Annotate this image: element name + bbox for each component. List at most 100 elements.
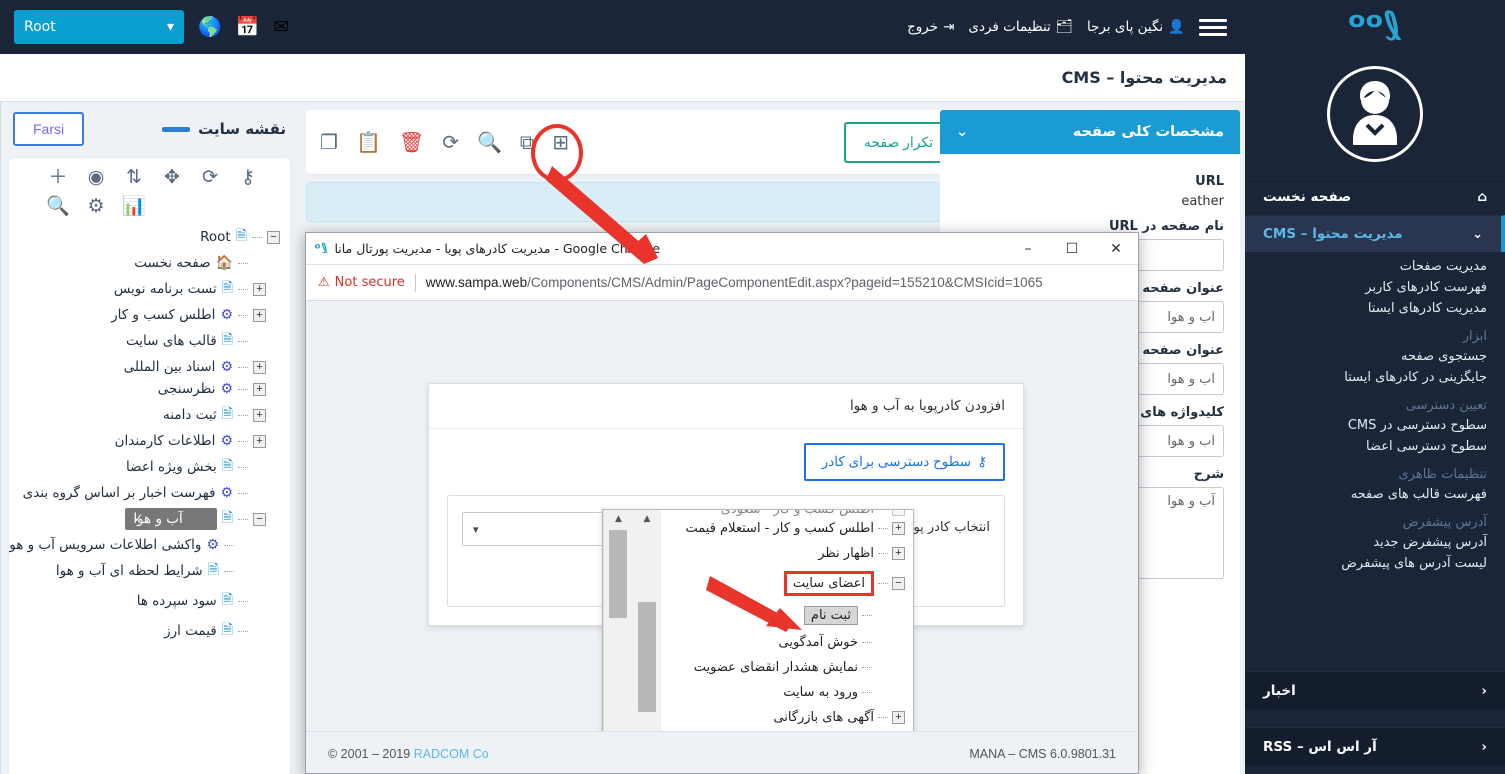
dropdown-node-label[interactable]: اطلس کسب و کار - سعودی bbox=[721, 510, 874, 516]
dropdown-node-label[interactable]: ورود به سایت bbox=[783, 685, 858, 700]
delete-icon[interactable]: 🗑 bbox=[399, 132, 424, 152]
sidebar-subitem[interactable]: جستجوی صفحه bbox=[1245, 346, 1505, 367]
dropdown-node-label[interactable]: ثبت نام bbox=[803, 606, 858, 625]
scrollbar-thumb[interactable] bbox=[638, 602, 656, 712]
tree-node[interactable]: 🏠 صفحه نخست bbox=[9, 252, 280, 274]
sidebar-subitem[interactable]: فهرست کادرهای کاربر bbox=[1245, 277, 1505, 298]
tree-node-label[interactable]: آب و هوا bbox=[125, 508, 217, 530]
settings-icon[interactable]: ⚙ bbox=[82, 197, 110, 216]
tree-node-label[interactable]: Root bbox=[200, 229, 231, 245]
chrome-title-bar[interactable]: ℓᵒ مدیریت کادرهای پویا - مدیریت پورتال م… bbox=[306, 233, 1138, 265]
add-icon[interactable]: ＋ bbox=[44, 168, 72, 187]
tree-node-label[interactable]: اطلاعات کارمندان bbox=[115, 433, 216, 449]
add-page-icon[interactable]: ⧉ bbox=[520, 132, 534, 152]
tree-node[interactable]: + ⚙ اسناد بین المللی bbox=[9, 356, 280, 378]
sidebar-item-rss[interactable]: ‹ آر اس اس – RSS bbox=[1245, 727, 1505, 766]
tree-node[interactable]: + 🗎 تست برنامه نویس bbox=[9, 274, 280, 304]
tree-node[interactable]: 🗎 بخش ویژه اعضا bbox=[9, 452, 280, 482]
tree-expander[interactable]: + bbox=[253, 382, 266, 396]
tree-node[interactable]: 🗎 قالب های سایت bbox=[9, 326, 280, 356]
scroll-up-arrow-icon[interactable]: ▲ bbox=[633, 510, 661, 524]
sidebar-subitem[interactable]: سطوح دسترسی در CMS bbox=[1245, 415, 1505, 436]
search-icon[interactable]: 🔍 bbox=[477, 132, 502, 152]
sidebar-item-home[interactable]: ⌂ صفحه نخست bbox=[1245, 178, 1505, 215]
refresh-icon[interactable]: ⟳ bbox=[196, 168, 224, 187]
binoculars-icon[interactable]: 🔍 bbox=[44, 197, 72, 216]
tree-expander[interactable]: + bbox=[253, 408, 266, 422]
dropdown-node-label[interactable]: اظهار نظر bbox=[818, 546, 874, 561]
tree-node-label[interactable]: واکشی اطلاعات سرویس آب و هو bbox=[9, 537, 201, 553]
sidebar-subitem[interactable]: فهرست قالب های صفحه bbox=[1245, 484, 1505, 505]
chart-icon[interactable]: 📊 bbox=[120, 197, 148, 216]
tree-expander[interactable]: + bbox=[253, 434, 266, 448]
tree-node-label[interactable]: ثبت دامنه bbox=[163, 407, 217, 423]
tree-expander[interactable]: + bbox=[253, 360, 266, 374]
dropdown-node-label[interactable]: آگهی های بازرگانی bbox=[773, 710, 874, 725]
root-scope-select[interactable]: Root ▾ bbox=[14, 10, 184, 44]
dropdown-node-label[interactable]: اطلس کسب و کار - استعلام قیمت bbox=[686, 521, 875, 536]
personal-settings-link[interactable]: 🗂 تنظیمات فردی bbox=[968, 19, 1073, 35]
language-farsi-button[interactable]: Farsi bbox=[13, 112, 85, 146]
add-component-icon[interactable]: ⊞ bbox=[552, 132, 569, 152]
tree-expander[interactable]: − bbox=[253, 512, 266, 526]
scroll-up-arrow-icon[interactable]: ▲ bbox=[604, 510, 633, 524]
access-levels-button[interactable]: ⚷ سطوح دسترسی برای کادر bbox=[803, 443, 1005, 481]
sidebar-subitem[interactable]: جایگزینی در کادرهای ایستا bbox=[1245, 367, 1505, 388]
hamburger-menu-icon[interactable] bbox=[1199, 18, 1227, 36]
chrome-omnibox[interactable]: ⚠ Not secure www.sampa.web/Components/CM… bbox=[306, 265, 1138, 301]
omnibox-url[interactable]: www.sampa.web/Components/CMS/Admin/PageC… bbox=[426, 275, 1043, 290]
sidebar-subitem[interactable]: مدیریت صفحات bbox=[1245, 256, 1505, 277]
calendar-icon[interactable]: 📅 bbox=[236, 17, 260, 37]
tree-node-label[interactable]: سود سپرده ها bbox=[137, 593, 217, 609]
scrollbar-thumb[interactable] bbox=[609, 530, 627, 618]
tree-expander[interactable]: − bbox=[892, 577, 905, 590]
tree-expander[interactable]: + bbox=[892, 547, 905, 560]
tree-expander[interactable]: + bbox=[253, 308, 266, 322]
eye-icon[interactable]: ◉ bbox=[82, 168, 110, 187]
tree-node-label[interactable]: صفحه نخست bbox=[134, 255, 210, 271]
sidebar-subitem[interactable]: آدرس پیشفرض جدید bbox=[1245, 532, 1505, 553]
tree-node[interactable]: 🗎 شرایط لحظه ای آب و هوا bbox=[9, 556, 280, 586]
globe-icon[interactable]: 🌎 bbox=[198, 17, 222, 37]
maximize-button[interactable]: ☐ bbox=[1050, 233, 1094, 265]
tree-node[interactable]: ⚙ فهرست اخبار بر اساس گروه بندی bbox=[9, 482, 280, 504]
tree-node-label[interactable]: بخش ویژه اعضا bbox=[126, 459, 217, 475]
sidebar-subitem[interactable]: لیست آدرس های پیشفرض bbox=[1245, 553, 1505, 574]
tree-node-label[interactable]: قیمت ارز bbox=[164, 623, 217, 639]
dropdown-node-label[interactable]: اعضای سایت bbox=[783, 571, 874, 596]
tree-node-root[interactable]: − 🗎 Root bbox=[9, 222, 280, 252]
logout-link[interactable]: ⇥ خروج bbox=[907, 19, 954, 35]
tree-node[interactable]: + ⚙ اطلس کسب و کار bbox=[9, 304, 280, 326]
sort-icon[interactable]: ⇅ bbox=[120, 168, 148, 187]
tree-node-label[interactable]: نظرسنجی bbox=[158, 381, 216, 397]
dropdown-node-label[interactable]: خوش آمدگویی bbox=[778, 635, 858, 650]
tree-node[interactable]: 🗎 سود سپرده ها bbox=[9, 586, 280, 616]
sidebar-item-cms[interactable]: ⌄ مدیریت محتوا – CMS bbox=[1245, 215, 1505, 252]
tree-expander[interactable]: + bbox=[253, 282, 266, 296]
tree-node-label[interactable]: قالب های سایت bbox=[126, 333, 217, 349]
copy-icon[interactable]: ❐ bbox=[320, 132, 338, 152]
tree-expander[interactable]: + bbox=[892, 711, 905, 724]
page-properties-header[interactable]: مشخصات کلی صفحه ⌄ bbox=[940, 110, 1240, 154]
not-secure-badge[interactable]: ⚠ Not secure bbox=[318, 275, 405, 290]
move-icon[interactable]: ✥ bbox=[158, 168, 186, 187]
key-icon[interactable]: ⚷ bbox=[234, 168, 262, 187]
dropdown-node-label[interactable]: نمایش هشدار انقضای عضویت bbox=[694, 660, 858, 675]
tree-node[interactable]: ⚙ واکشی اطلاعات سرویس آب و هو bbox=[9, 534, 280, 556]
tree-node[interactable]: − 🗎 آب و هوا bbox=[9, 504, 280, 534]
tree-expander[interactable]: − bbox=[892, 510, 905, 516]
tree-node-label[interactable]: شرایط لحظه ای آب و هوا bbox=[56, 563, 203, 579]
tree-node-label[interactable]: فهرست اخبار بر اساس گروه بندی bbox=[23, 485, 216, 501]
chevron-down-icon[interactable]: ⌄ bbox=[956, 124, 968, 140]
chrome-popup-window[interactable]: ℓᵒ مدیریت کادرهای پویا - مدیریت پورتال م… bbox=[305, 232, 1139, 774]
tree-node-label[interactable]: اسناد بین المللی bbox=[124, 359, 216, 375]
mail-icon[interactable]: ✉ bbox=[273, 17, 289, 37]
tree-node[interactable]: + ⚙ اطلاعات کارمندان bbox=[9, 430, 280, 452]
paste-icon[interactable]: 📋 bbox=[356, 132, 381, 152]
minimize-button[interactable]: – bbox=[1006, 233, 1050, 265]
tree-node-label[interactable]: اطلس کسب و کار bbox=[111, 307, 215, 323]
user-menu[interactable]: 👤 نگین پای برجا bbox=[1087, 19, 1185, 35]
tree-node[interactable]: + ⚙ نظرسنجی bbox=[9, 378, 280, 400]
tree-expander[interactable]: − bbox=[267, 230, 280, 244]
footer-company-link[interactable]: RADCOM Co bbox=[414, 747, 489, 761]
